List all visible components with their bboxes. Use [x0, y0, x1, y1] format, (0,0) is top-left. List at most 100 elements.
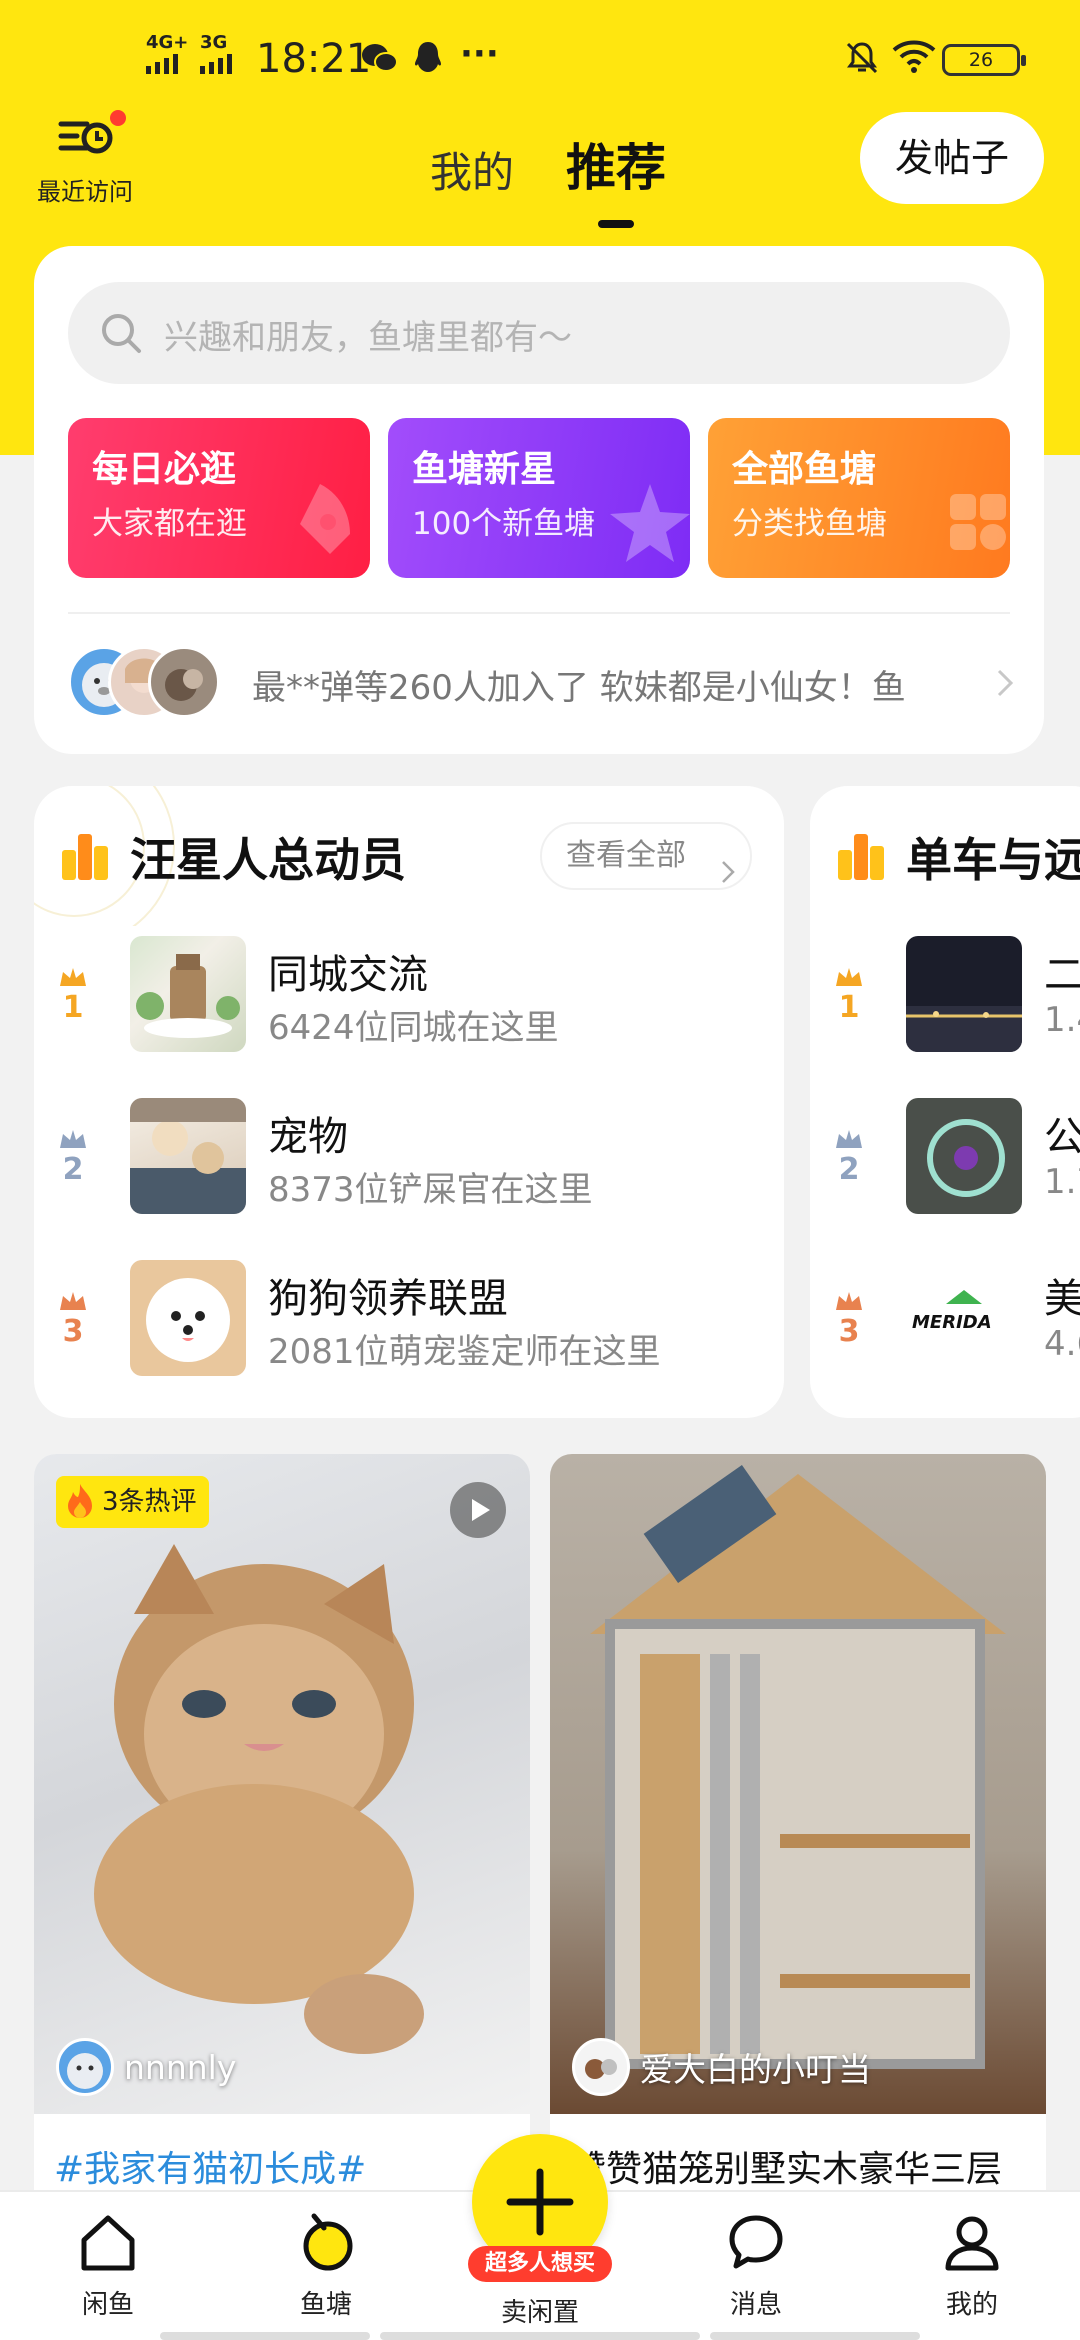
- post-author[interactable]: nnnnly: [56, 2038, 236, 2096]
- post-button[interactable]: 发帖子: [860, 112, 1044, 204]
- pond-name: 二: [1044, 952, 1080, 998]
- pond-ranking-card-2[interactable]: 单车与远 1 二 1.4 2 公 1.7 3 MERIDA 美 4.: [810, 786, 1080, 1418]
- daily-must-visit-tile[interactable]: 每日必逛 大家都在逛: [68, 418, 370, 578]
- tile-subtitle: 大家都在逛: [92, 506, 247, 542]
- post-image: [550, 1454, 1046, 2114]
- hot-comments-badge: 3条热评: [56, 1476, 209, 1528]
- crown-icon: 2: [832, 1128, 866, 1187]
- pond-name: 狗狗领养联盟: [268, 1276, 508, 1322]
- search-input[interactable]: 兴趣和朋友，鱼塘里都有～: [68, 282, 1010, 384]
- nav-messages[interactable]: 消息: [686, 2210, 826, 2321]
- view-all-label: 查看全部: [566, 838, 686, 873]
- rank-number: 3: [838, 1314, 860, 1349]
- notification-dot: [110, 110, 126, 126]
- avatar: [572, 2038, 630, 2096]
- network-type-2: 3G: [200, 32, 228, 53]
- tab-recommended[interactable]: 推荐: [566, 128, 666, 228]
- chevron-right-icon: [720, 844, 736, 908]
- hot-comments-label: 3条热评: [102, 1487, 197, 1517]
- pond-name: 宠物: [268, 1114, 348, 1160]
- sell-promo-badge: 超多人想买: [468, 2246, 612, 2282]
- pond-member-count: 8373位铲屎官在这里: [268, 1170, 593, 1210]
- rank-number: 1: [62, 990, 84, 1025]
- crown-icon: 1: [56, 966, 90, 1025]
- wechat-icon: [360, 40, 400, 80]
- nav-label: 我的: [945, 2290, 998, 2320]
- all-ponds-tile[interactable]: 全部鱼塘 分类找鱼塘: [708, 418, 1010, 578]
- nav-ponds[interactable]: 鱼塘: [256, 2210, 396, 2321]
- tile-title: 每日必逛: [92, 449, 237, 490]
- crown-icon: 3: [56, 1290, 90, 1349]
- tile-subtitle: 分类找鱼塘: [732, 506, 887, 542]
- clock: 18:21: [256, 36, 372, 82]
- rank-number: 3: [62, 1314, 84, 1349]
- nav-profile[interactable]: 我的: [902, 2210, 1042, 2321]
- author-name: nnnnly: [124, 2047, 237, 2087]
- pond-member-count: 6424位同城在这里: [268, 1008, 559, 1048]
- nav-label: 消息: [729, 2290, 782, 2320]
- merida-logo: MERIDA: [912, 1312, 992, 1333]
- divider: [68, 612, 1010, 614]
- gesture-bar: [710, 2332, 920, 2340]
- post-title[interactable]: 赞赞猫笼别墅实木豪华三层: [570, 2140, 1002, 2192]
- new-ponds-tile[interactable]: 鱼塘新星 100个新鱼塘: [388, 418, 690, 578]
- crown-icon: 3: [832, 1290, 866, 1349]
- discover-card: 兴趣和朋友，鱼塘里都有～ 每日必逛 大家都在逛 鱼塘新星 100个新鱼塘 全部鱼…: [34, 246, 1044, 754]
- pond-thumbnail: [130, 1260, 246, 1376]
- nav-home[interactable]: 闲鱼: [38, 2210, 178, 2321]
- rocket-icon: [260, 464, 370, 578]
- feed-card[interactable]: 3条热评 nnnnly #我家有猫初长成#: [34, 1454, 530, 2234]
- gesture-bar: [160, 2332, 370, 2340]
- pond-row[interactable]: 2 公 1.7: [810, 1098, 1080, 1238]
- video-play-icon[interactable]: [450, 1482, 506, 1538]
- pond-name: 美: [1044, 1276, 1080, 1322]
- join-notice[interactable]: 最**弹等260人加入了 软妹都是小仙女！鱼: [252, 660, 992, 709]
- wifi-icon: [890, 38, 938, 78]
- nav-label: 鱼塘: [299, 2290, 352, 2320]
- feed-card[interactable]: 爱大白的小叮当 赞赞猫笼别墅实木豪华三层: [550, 1454, 1046, 2234]
- tile-title: 鱼塘新星: [412, 449, 557, 490]
- signal-icon-2: [200, 54, 232, 74]
- network-type-1: 4G+: [146, 32, 189, 53]
- signal-icon-1: [146, 54, 178, 74]
- recent-visits-icon: [53, 121, 117, 166]
- more-notifications-icon: ···: [460, 34, 499, 74]
- rank-number: 1: [838, 990, 860, 1025]
- pond-row[interactable]: 1 二 1.4: [810, 936, 1080, 1076]
- pond-row[interactable]: 2 宠物 8373位铲屎官在这里: [34, 1098, 784, 1238]
- grid-icon: [900, 464, 1010, 578]
- battery-indicator: 26: [942, 44, 1026, 76]
- avatar: [56, 2038, 114, 2096]
- pond-thumbnail: [906, 936, 1022, 1052]
- post-image: [34, 1454, 530, 2114]
- pond-ranking-card[interactable]: 汪星人总动员 查看全部 1 同城交流 6424位同城在这里 2 宠物 8373位…: [34, 786, 784, 1418]
- pond-thumbnail: [130, 1098, 246, 1214]
- recent-visits-label: 最近访问: [37, 178, 133, 206]
- home-icon: [76, 2215, 140, 2278]
- view-all-button[interactable]: 查看全部: [540, 822, 752, 890]
- top-tabs: 我的 推荐: [430, 128, 666, 228]
- qq-icon: [412, 40, 444, 80]
- post-author[interactable]: 爱大白的小叮当: [572, 2038, 871, 2096]
- pond-ranking-title: 单车与远: [906, 833, 1080, 887]
- rank-number: 2: [838, 1152, 860, 1187]
- pond-name: 公: [1044, 1114, 1080, 1160]
- tile-subtitle: 100个新鱼塘: [412, 506, 596, 542]
- post-topic-tag[interactable]: #我家有猫初长成#: [54, 2140, 366, 2192]
- pond-member-count: 1.7: [1044, 1162, 1080, 1202]
- crown-icon: 1: [832, 966, 866, 1025]
- pond-icon: [294, 2213, 358, 2278]
- recent-visits-button[interactable]: 最近访问: [30, 110, 140, 207]
- gesture-bar: [380, 2332, 700, 2340]
- pond-thumbnail: MERIDA: [906, 1260, 1022, 1376]
- chevron-right-icon[interactable]: [994, 666, 1016, 704]
- status-bar: 4G+ 3G 18:21 ··· 26: [0, 0, 1080, 110]
- pond-row[interactable]: 3 狗狗领养联盟 2081位萌宠鉴定师在这里: [34, 1260, 784, 1400]
- tab-mine[interactable]: 我的: [430, 139, 514, 200]
- pond-row[interactable]: 1 同城交流 6424位同城在这里: [34, 936, 784, 1076]
- message-icon: [724, 2215, 788, 2278]
- pond-row[interactable]: 3 MERIDA 美 4.6: [810, 1260, 1080, 1400]
- ranking-chart-icon: [834, 828, 890, 888]
- pond-member-count: 1.4: [1044, 1000, 1080, 1040]
- crown-icon: 2: [56, 1128, 90, 1187]
